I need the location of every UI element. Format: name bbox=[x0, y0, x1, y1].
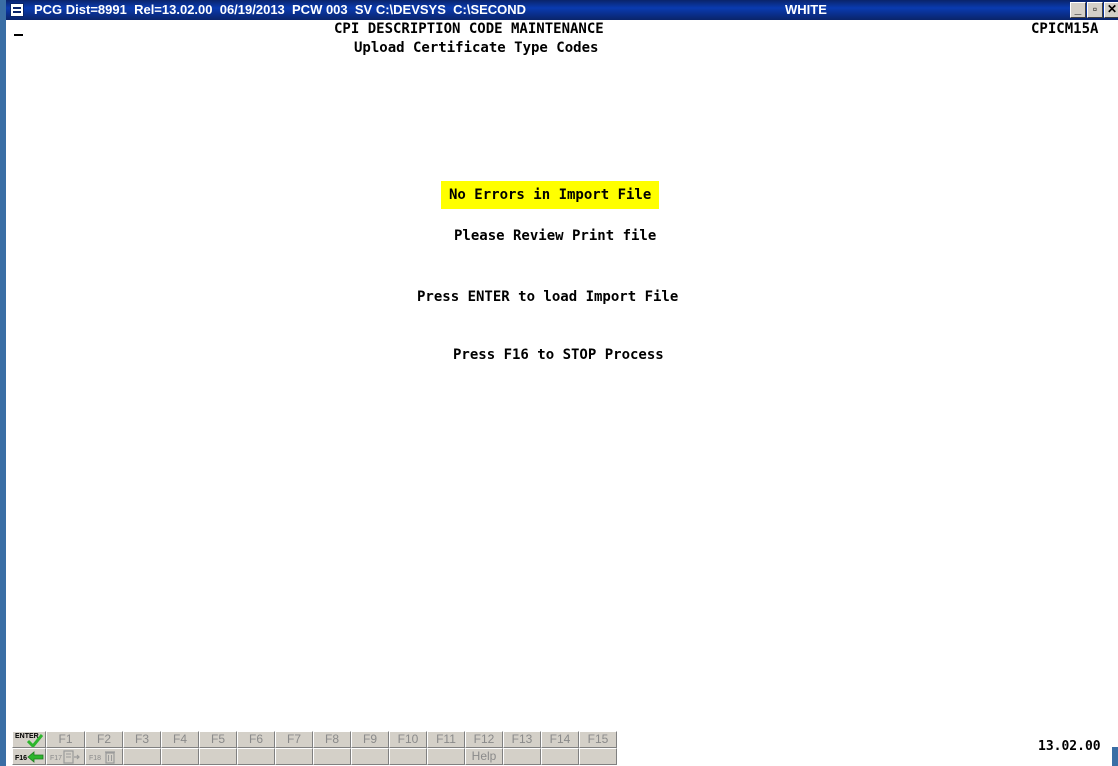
f9-key[interactable]: F9 bbox=[351, 731, 389, 748]
help-key[interactable]: Help bbox=[465, 748, 503, 765]
function-key-row-2: F16 F17 F18 Help bbox=[12, 748, 907, 765]
exit-arrow-icon bbox=[27, 751, 44, 763]
checkmark-icon bbox=[27, 734, 43, 747]
window-title: PCG Dist=8991 Rel=13.02.00 06/19/2013 PC… bbox=[34, 2, 527, 17]
f7-key[interactable]: F7 bbox=[275, 731, 313, 748]
f15-key[interactable]: F15 bbox=[579, 731, 617, 748]
function-key-bar: ENTER F1 F2 F3 F4 F5 F6 F7 F8 F9 F10 F11… bbox=[12, 731, 907, 766]
text-cursor bbox=[14, 34, 23, 36]
f6-key[interactable]: F6 bbox=[237, 731, 275, 748]
screen-title: CPI DESCRIPTION CODE MAINTENANCE bbox=[334, 21, 604, 37]
f5-key[interactable]: F5 bbox=[199, 731, 237, 748]
f20-key[interactable] bbox=[161, 748, 199, 765]
f30-key[interactable] bbox=[541, 748, 579, 765]
f3-key[interactable]: F3 bbox=[123, 731, 161, 748]
f1-key[interactable]: F1 bbox=[46, 731, 85, 748]
f22-key[interactable] bbox=[237, 748, 275, 765]
screen-subtitle: Upload Certificate Type Codes bbox=[354, 40, 599, 56]
terminal-screen[interactable]: CPI DESCRIPTION CODE MAINTENANCE CPICM15… bbox=[12, 20, 1118, 747]
program-id: CPICM15A bbox=[1031, 21, 1099, 37]
f4-key[interactable]: F4 bbox=[161, 731, 199, 748]
workstation-name: WHITE bbox=[785, 2, 827, 17]
f14-key[interactable]: F14 bbox=[541, 731, 579, 748]
f31-key[interactable] bbox=[579, 748, 617, 765]
system-menu-icon[interactable] bbox=[10, 3, 24, 17]
f29-key[interactable] bbox=[503, 748, 541, 765]
f16-key[interactable]: F16 bbox=[12, 748, 46, 765]
f25-key[interactable] bbox=[351, 748, 389, 765]
version-number: 13.02.00 bbox=[1038, 739, 1101, 754]
minimize-icon: _ bbox=[1074, 2, 1082, 16]
maximize-button[interactable]: ▫ bbox=[1087, 2, 1103, 18]
enter-key[interactable]: ENTER bbox=[12, 731, 46, 748]
f17-key-label: F17 bbox=[50, 755, 63, 762]
print-icon bbox=[63, 750, 80, 764]
close-icon: ✕ bbox=[1106, 2, 1118, 16]
f16-key-label: F16 bbox=[15, 755, 28, 762]
f11-key[interactable]: F11 bbox=[427, 731, 465, 748]
f17-key[interactable]: F17 bbox=[46, 748, 85, 765]
status-message: No Errors in Import File bbox=[441, 181, 660, 209]
f8-key[interactable]: F8 bbox=[313, 731, 351, 748]
trash-icon bbox=[105, 751, 115, 764]
title-bar[interactable]: PCG Dist=8991 Rel=13.02.00 06/19/2013 PC… bbox=[6, 0, 1118, 20]
close-button[interactable]: ✕ bbox=[1104, 2, 1118, 18]
f2-key[interactable]: F2 bbox=[85, 731, 123, 748]
f13-key[interactable]: F13 bbox=[503, 731, 541, 748]
stop-prompt: Press F16 to STOP Process bbox=[453, 347, 664, 363]
f21-key[interactable] bbox=[199, 748, 237, 765]
application-window: PCG Dist=8991 Rel=13.02.00 06/19/2013 PC… bbox=[0, 0, 1118, 766]
f18-key-label: F18 bbox=[89, 755, 102, 762]
f12-key[interactable]: F12 bbox=[465, 731, 503, 748]
minimize-button[interactable]: _ bbox=[1070, 2, 1086, 18]
f10-key[interactable]: F10 bbox=[389, 731, 427, 748]
enter-prompt: Press ENTER to load Import File bbox=[417, 289, 679, 305]
function-key-row-1: ENTER F1 F2 F3 F4 F5 F6 F7 F8 F9 F10 F11… bbox=[12, 731, 907, 748]
f27-key[interactable] bbox=[427, 748, 465, 765]
f19-key[interactable] bbox=[123, 748, 161, 765]
maximize-icon: ▫ bbox=[1092, 2, 1098, 16]
f26-key[interactable] bbox=[389, 748, 427, 765]
review-message: Please Review Print file bbox=[454, 228, 657, 244]
f24-key[interactable] bbox=[313, 748, 351, 765]
f23-key[interactable] bbox=[275, 748, 313, 765]
f18-key[interactable]: F18 bbox=[85, 748, 123, 765]
